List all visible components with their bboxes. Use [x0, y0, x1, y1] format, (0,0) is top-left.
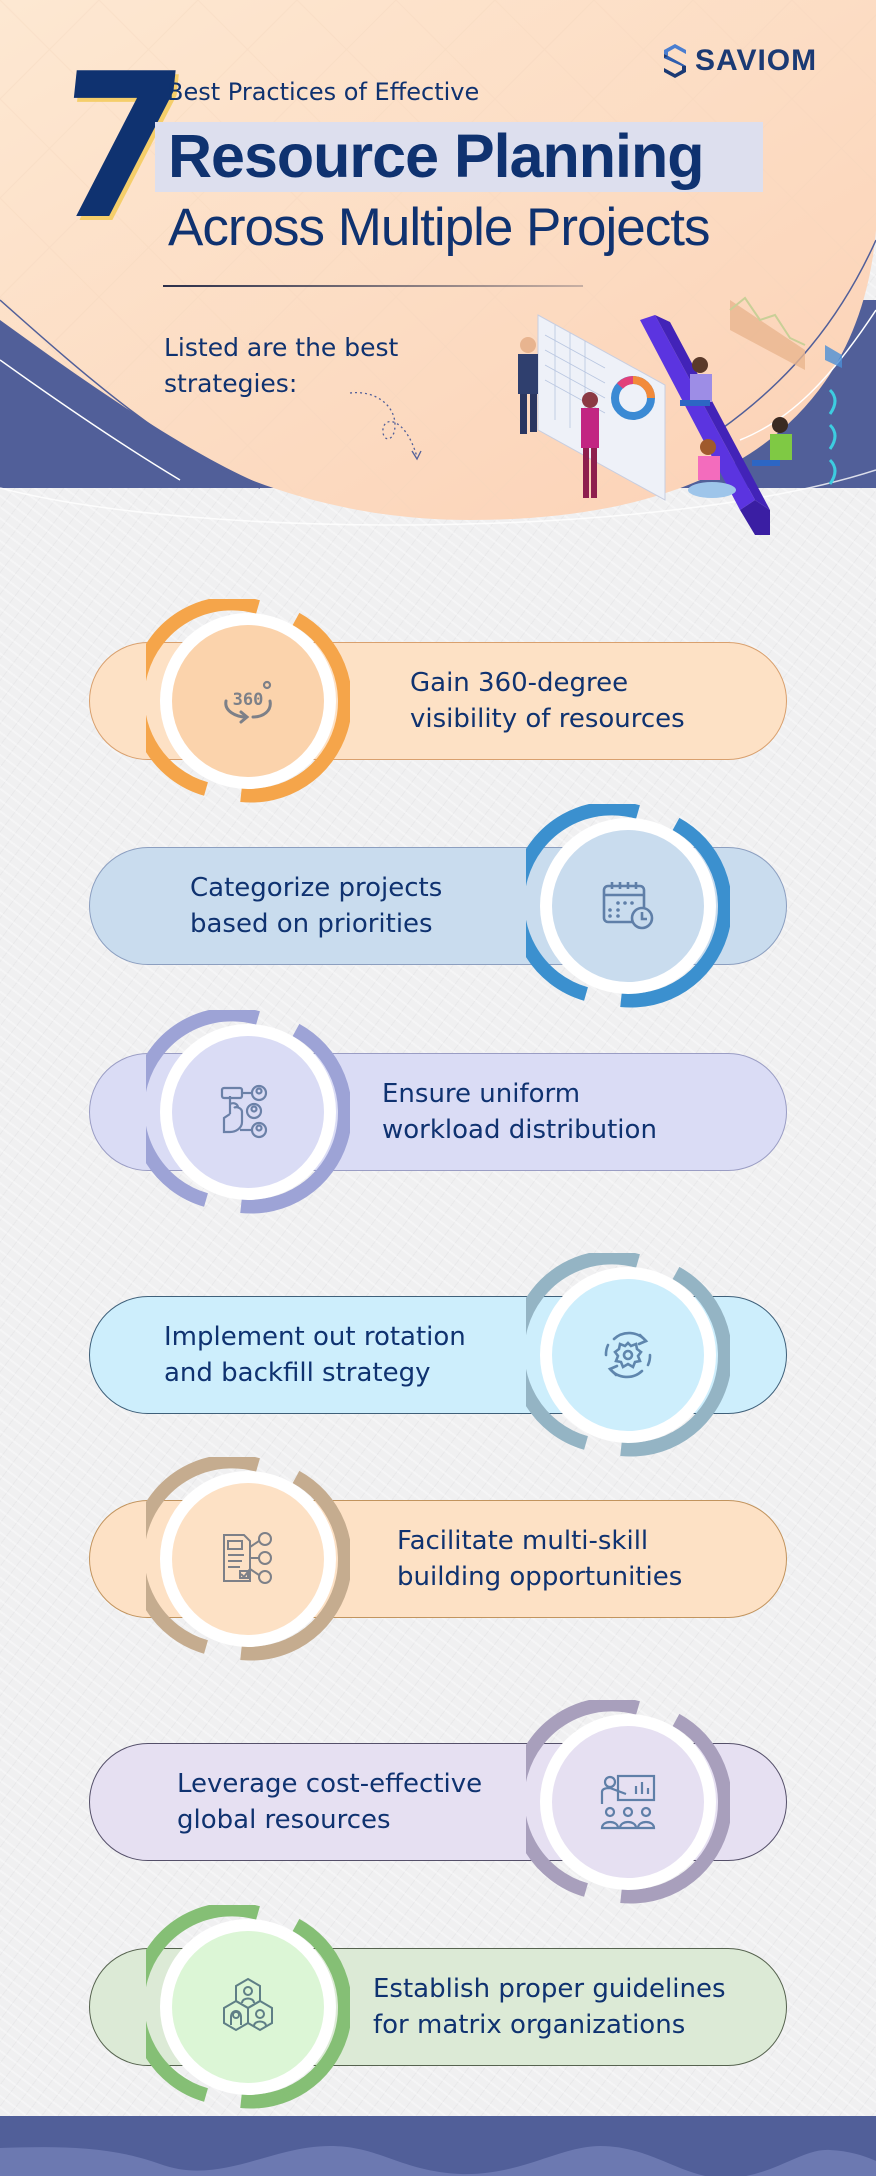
svg-text:360: 360 — [233, 690, 264, 710]
skills-checklist-icon — [218, 1529, 278, 1589]
practice-card: Ensure uniform workload distribution — [0, 1007, 876, 1217]
practice-label-line-2: for matrix organizations — [373, 2010, 686, 2040]
practice-label-line-2: based on priorities — [190, 909, 433, 939]
practice-label-line-1: Ensure uniform — [382, 1079, 581, 1109]
practice-card: Facilitate multi-skill building opportuni… — [0, 1454, 876, 1664]
practice-badge — [146, 1010, 350, 1214]
practice-label: Establish proper guidelines for matrix or… — [373, 1971, 726, 2043]
practice-label: Categorize projects based on priorities — [190, 870, 442, 942]
presentation-team-icon — [598, 1772, 658, 1832]
practice-card: Gain 360-degree visibility of resources 36… — [0, 596, 876, 806]
practice-label: Gain 360-degree visibility of resources — [410, 665, 685, 737]
practice-label: Implement out rotation and backfill strat… — [164, 1319, 466, 1391]
practice-label: Ensure uniform workload distribution — [382, 1076, 657, 1148]
practice-label-line-2: workload distribution — [382, 1115, 657, 1145]
practice-card: Leverage cost-effective global resources — [0, 1697, 876, 1907]
workload-distribution-icon — [218, 1082, 278, 1142]
saviom-logo[interactable]: SAVIOM — [662, 44, 817, 78]
intro-line-1: Listed are the best — [164, 333, 399, 362]
practice-card: Establish proper guidelines for matrix or… — [0, 1902, 876, 2112]
practice-label-line-1: Categorize projects — [190, 873, 443, 903]
practice-label-line-2: and backfill strategy — [164, 1358, 431, 1388]
practice-label: Facilitate multi-skill building opportuni… — [397, 1523, 682, 1595]
brand-name: SAVIOM — [695, 44, 818, 77]
team-analytics-illustration — [518, 296, 842, 535]
practice-label: Leverage cost-effective global resources — [177, 1766, 482, 1838]
calendar-clock-icon — [598, 876, 658, 936]
matrix-team-icon — [218, 1977, 278, 2037]
practice-badge — [526, 1253, 730, 1457]
practice-label-line-2: global resources — [177, 1805, 391, 1835]
practice-badge — [146, 1457, 350, 1661]
360-degree-icon: 360 — [218, 671, 278, 731]
page-subtitle: Across Multiple Projects — [168, 198, 711, 257]
practice-label-line-1: Gain 360-degree — [410, 668, 629, 698]
practice-label-line-1: Facilitate multi-skill — [397, 1526, 649, 1556]
practice-label-line-1: Implement out rotation — [164, 1322, 466, 1352]
practice-label-line-1: Establish proper guidelines — [373, 1974, 726, 2004]
practice-badge — [526, 804, 730, 1008]
dotted-arrow-icon — [349, 391, 422, 461]
footer-band — [0, 2116, 876, 2176]
header-divider — [163, 285, 583, 287]
gear-rotation-icon — [598, 1325, 658, 1385]
practice-badge: 360 — [146, 599, 350, 803]
saviom-s-icon — [664, 44, 686, 78]
practice-badge — [526, 1700, 730, 1904]
practice-label-line-2: building opportunities — [397, 1562, 683, 1592]
practice-card: Categorize projects based on priorities — [0, 801, 876, 1011]
practice-label-line-1: Leverage cost-effective — [177, 1769, 483, 1799]
practice-badge — [146, 1905, 350, 2109]
practice-card: Implement out rotation and backfill strat… — [0, 1250, 876, 1460]
practice-label-line-2: visibility of resources — [410, 704, 685, 734]
subtitle: Best Practices of Effective — [167, 78, 480, 106]
page-title: Resource Planning — [168, 122, 705, 190]
